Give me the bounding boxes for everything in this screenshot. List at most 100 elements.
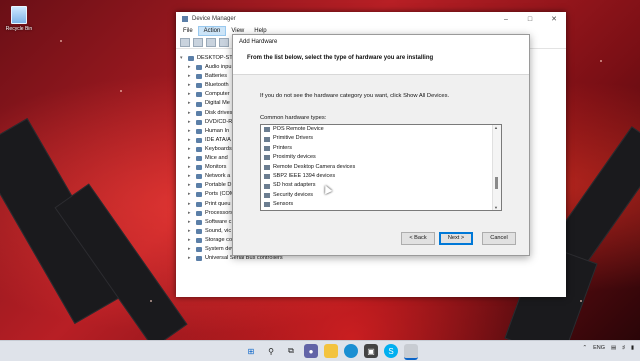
chevron-right-icon[interactable]: ▸ bbox=[188, 227, 196, 236]
chevron-up-icon[interactable]: ⌃ bbox=[582, 345, 587, 351]
list-item-label: Remote Desktop Camera devices bbox=[273, 163, 356, 170]
chevron-right-icon[interactable]: ▸ bbox=[188, 154, 196, 163]
list-item[interactable]: Proximity devices bbox=[261, 153, 501, 162]
recycle-bin-label: Recycle Bin bbox=[5, 26, 33, 32]
network-icon[interactable]: ▤ bbox=[611, 345, 616, 351]
scrollbar-thumb[interactable] bbox=[495, 177, 498, 189]
tree-node-label: DVD/CD-R bbox=[205, 118, 233, 125]
next-button[interactable]: Next > bbox=[439, 232, 473, 245]
recycle-bin-shortcut[interactable]: Recycle Bin bbox=[4, 6, 34, 32]
chevron-right-icon[interactable]: ▸ bbox=[188, 163, 196, 172]
back-button[interactable]: < Back bbox=[401, 232, 435, 245]
chevron-right-icon[interactable]: ▸ bbox=[188, 99, 196, 108]
close-button[interactable]: ✕ bbox=[542, 15, 566, 23]
tree-node-label: Portable D bbox=[205, 182, 232, 189]
chevron-right-icon[interactable]: ▸ bbox=[188, 254, 196, 263]
chevron-right-icon[interactable]: ▸ bbox=[188, 81, 196, 90]
device-category-icon bbox=[196, 165, 202, 171]
sparkle bbox=[120, 90, 122, 92]
add-hardware-dialog[interactable]: Add Hardware From the list below, select… bbox=[232, 34, 530, 256]
tree-node-label: Monitors bbox=[205, 164, 227, 171]
help-icon[interactable] bbox=[219, 37, 229, 47]
chevron-right-icon[interactable]: ▸ bbox=[188, 118, 196, 127]
list-item[interactable]: SBP2 IEEE 1394 devices bbox=[261, 172, 501, 181]
wizard-heading: From the list below, select the type of … bbox=[247, 55, 434, 61]
device-category-icon bbox=[196, 183, 202, 189]
chevron-down-icon[interactable]: ▾ bbox=[180, 54, 188, 63]
add-hardware-titlebar[interactable]: Add Hardware bbox=[233, 35, 529, 48]
list-item[interactable]: Sensors bbox=[261, 200, 501, 209]
list-item[interactable]: POS Remote Device bbox=[261, 125, 501, 134]
chevron-right-icon[interactable]: ▸ bbox=[188, 190, 196, 199]
device-category-icon bbox=[196, 83, 202, 89]
skype-icon[interactable]: S bbox=[384, 344, 398, 358]
tree-node-label: Human In bbox=[205, 127, 230, 134]
back-arrow-icon[interactable] bbox=[180, 37, 190, 47]
device-category-icon bbox=[196, 228, 202, 234]
chevron-right-icon[interactable]: ▸ bbox=[188, 209, 196, 218]
device-manager-titlebar[interactable]: Device Manager – □ ✕ bbox=[176, 12, 566, 26]
tree-node-label: Ports (COM bbox=[205, 191, 235, 198]
list-scrollbar[interactable]: ▲ ▼ bbox=[492, 125, 501, 210]
tree-node-label: Mice and bbox=[205, 155, 228, 162]
list-item[interactable]: Printers bbox=[261, 144, 501, 153]
battery-icon[interactable]: ▮ bbox=[631, 345, 634, 351]
firewire-icon bbox=[264, 174, 270, 180]
tree-node-label: IDE ATA/A bbox=[205, 136, 231, 143]
chevron-right-icon[interactable]: ▸ bbox=[188, 200, 196, 209]
chevron-right-icon[interactable]: ▸ bbox=[188, 236, 196, 245]
task-view-icon[interactable]: ⧉ bbox=[284, 344, 298, 358]
chevron-right-icon[interactable]: ▸ bbox=[188, 72, 196, 81]
chevron-right-icon[interactable]: ▸ bbox=[188, 90, 196, 99]
chevron-right-icon[interactable]: ▸ bbox=[188, 145, 196, 154]
list-item[interactable]: Primitive Drivers bbox=[261, 134, 501, 143]
tree-node-label: Bluetooth bbox=[205, 82, 229, 89]
list-item-label: Proximity devices bbox=[273, 154, 316, 161]
scroll-down-icon[interactable]: ▼ bbox=[494, 205, 498, 210]
device-category-icon bbox=[196, 110, 202, 116]
menu-action[interactable]: Action bbox=[197, 26, 227, 36]
list-item[interactable]: Remote Desktop Camera devices bbox=[261, 163, 501, 172]
edge-icon[interactable] bbox=[344, 344, 358, 358]
chat-icon[interactable]: ● bbox=[304, 344, 318, 358]
device-category-icon bbox=[196, 146, 202, 152]
sparkle bbox=[600, 60, 602, 62]
language-indicator[interactable]: ENG bbox=[593, 345, 605, 351]
list-item-label: POS Remote Device bbox=[273, 126, 324, 132]
sparkle bbox=[580, 300, 582, 302]
device-category-icon bbox=[196, 74, 202, 80]
store-icon[interactable]: ▣ bbox=[364, 344, 378, 358]
computer-icon bbox=[188, 56, 194, 62]
volume-icon[interactable]: ♯ bbox=[622, 345, 625, 351]
menu-file[interactable]: File bbox=[178, 27, 198, 35]
scroll-up-icon[interactable]: ▲ bbox=[494, 125, 498, 130]
maximize-button[interactable]: □ bbox=[518, 16, 542, 23]
windows-start-icon[interactable]: ⊞ bbox=[244, 344, 258, 358]
file-explorer-icon[interactable] bbox=[324, 344, 338, 358]
hardware-types-list[interactable]: POS Remote Device Primitive Drivers Prin… bbox=[260, 124, 502, 211]
list-item-label: SD host adapters bbox=[273, 182, 316, 189]
search-icon[interactable]: ⚲ bbox=[264, 344, 278, 358]
sparkle bbox=[60, 40, 62, 42]
chevron-right-icon[interactable]: ▸ bbox=[188, 127, 196, 136]
device-category-icon bbox=[196, 219, 202, 225]
list-item[interactable]: SD host adapters bbox=[261, 181, 501, 190]
list-item[interactable]: Security devices bbox=[261, 191, 501, 200]
forward-arrow-icon[interactable] bbox=[193, 37, 203, 47]
chevron-right-icon[interactable]: ▸ bbox=[188, 218, 196, 227]
properties-icon[interactable] bbox=[206, 37, 216, 47]
chevron-right-icon[interactable]: ▸ bbox=[188, 181, 196, 190]
minimize-button[interactable]: – bbox=[494, 16, 518, 23]
cancel-button[interactable]: Cancel bbox=[482, 232, 516, 245]
chevron-right-icon[interactable]: ▸ bbox=[188, 172, 196, 181]
taskbar-icons: ⊞ ⚲ ⧉ ● ▣ S bbox=[244, 344, 418, 360]
chevron-right-icon[interactable]: ▸ bbox=[188, 109, 196, 118]
proximity-icon bbox=[264, 155, 270, 161]
chevron-right-icon[interactable]: ▸ bbox=[188, 136, 196, 145]
chevron-right-icon[interactable]: ▸ bbox=[188, 63, 196, 72]
tree-node-label: Print queu bbox=[205, 200, 231, 207]
tree-node-label: Audio inpu bbox=[205, 64, 232, 71]
device-manager-icon[interactable] bbox=[404, 344, 418, 360]
chevron-right-icon[interactable]: ▸ bbox=[188, 245, 196, 254]
device-category-icon bbox=[196, 156, 202, 162]
